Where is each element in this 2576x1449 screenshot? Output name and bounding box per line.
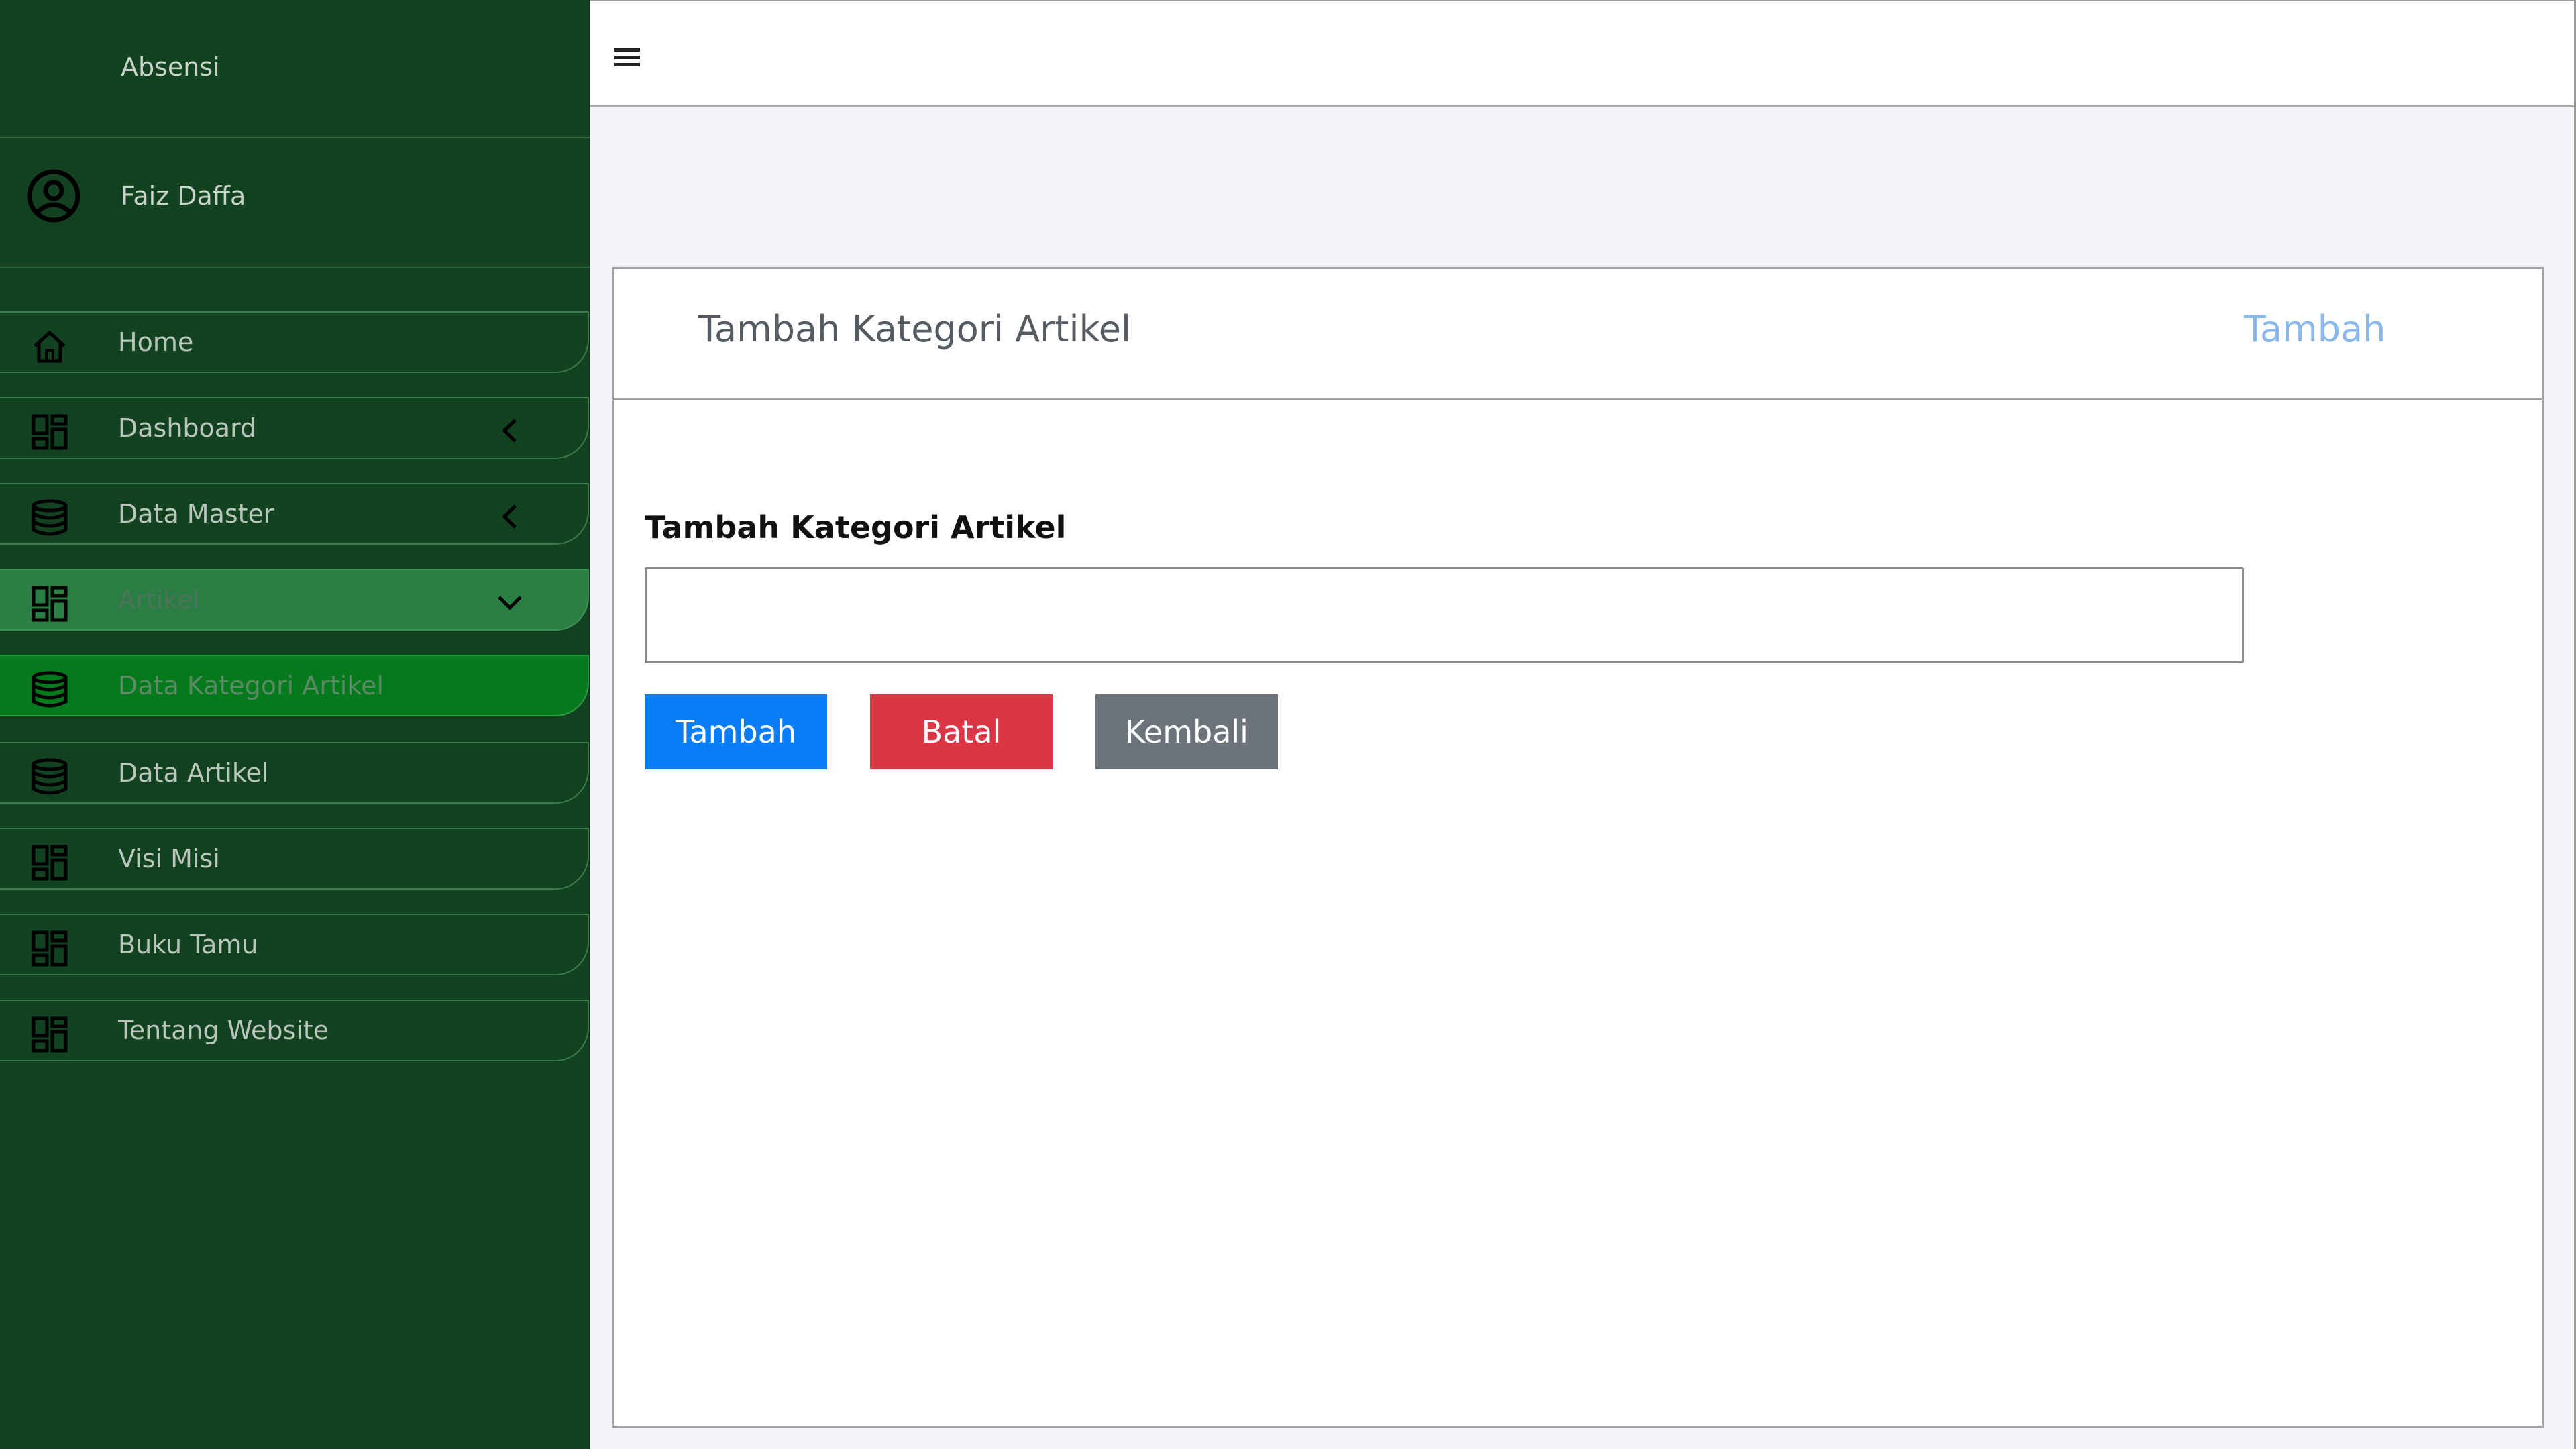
home-icon [34,330,66,363]
category-name-label: Tambah Kategori Artikel [645,509,1067,545]
user-circle-icon [27,169,80,223]
cancel-button[interactable]: Batal [870,694,1053,769]
breadcrumb-tambah-link[interactable]: Tambah [2244,308,2385,350]
submit-button[interactable]: Tambah [645,694,827,769]
sidebar-item-data-master[interactable]: Data Master [0,483,589,545]
form-card: Tambah Kategori Artikel Tambah Tambah Ka… [612,267,2544,1428]
sidebar-item-label: Tentang Website [118,1016,329,1045]
page-title: Tambah Kategori Artikel [698,308,1132,350]
sidebar-item-label: Artikel [118,585,200,614]
sidebar-item-dashboard[interactable]: Dashboard [0,397,589,459]
user-name[interactable]: Faiz Daffa [121,181,246,211]
sidebar-item-label: Visi Misi [118,844,220,873]
sidebar-item-home[interactable]: Home [0,311,589,373]
database-icon [32,758,68,795]
sidebar-item-data-kategori-artikel[interactable]: Data Kategori Artikel [0,655,589,716]
sidebar-item-visi-misi[interactable]: Visi Misi [0,828,589,890]
user-panel: Faiz Daffa [0,138,590,268]
top-navbar [590,0,2576,107]
sidebar-item-artikel[interactable]: Artikel [0,569,589,631]
brand-text[interactable]: Absensi [121,52,220,82]
chevron-left-icon [502,419,517,443]
sidebar-item-buku-tamu[interactable]: Buku Tamu [0,914,589,975]
database-icon [32,671,68,708]
sidebar-item-label: Data Kategori Artikel [118,671,384,700]
sidebar-item-data-artikel[interactable]: Data Artikel [0,742,589,804]
sidebar: Absensi Faiz Daffa Home Dashboard Data M… [0,0,590,1449]
grid-icon [32,1016,68,1053]
grid-icon [32,586,68,622]
chevron-left-icon [502,504,517,529]
back-button[interactable]: Kembali [1095,694,1278,769]
brand-area: Absensi [0,0,590,138]
grid-icon [32,930,68,967]
grid-icon [32,414,68,450]
database-icon [32,499,68,536]
category-name-input[interactable] [645,567,2244,663]
grid-icon [32,845,68,881]
card-header: Tambah Kategori Artikel Tambah [614,269,2542,400]
sidebar-item-label: Home [118,327,194,357]
hamburger-icon[interactable] [614,48,640,68]
chevron-down-icon [498,596,522,610]
sidebar-item-label: Dashboard [118,413,257,443]
sidebar-item-label: Buku Tamu [118,930,258,959]
sidebar-item-label: Data Master [118,499,274,529]
sidebar-item-label: Data Artikel [118,758,269,788]
sidebar-item-tentang-website[interactable]: Tentang Website [0,1000,589,1061]
